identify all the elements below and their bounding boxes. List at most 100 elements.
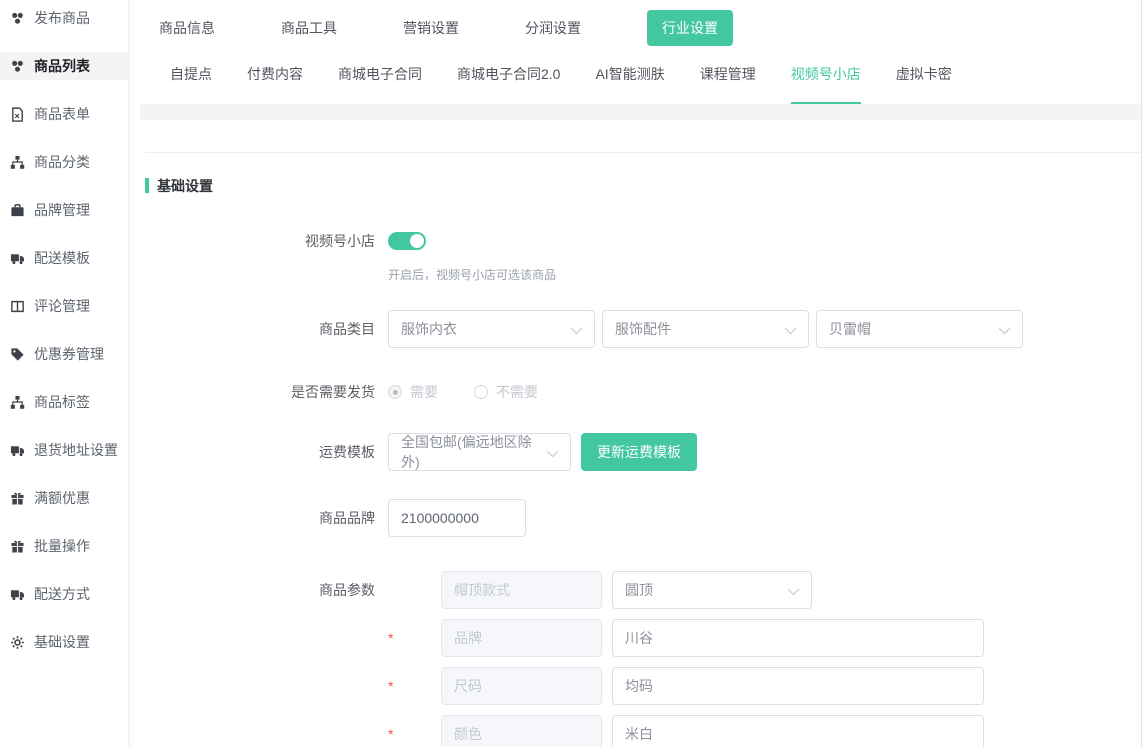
- subtab-virtual-card[interactable]: 虚拟卡密: [896, 46, 952, 104]
- radio-label-yes: 需要: [410, 382, 438, 402]
- required-marker: *: [388, 630, 441, 646]
- sidebar-item-label: 品牌管理: [34, 200, 90, 220]
- channel-shop-toggle[interactable]: [388, 232, 426, 250]
- subtab-mall-econtract-2[interactable]: 商城电子合同2.0: [457, 46, 560, 104]
- sidebar-item-label: 优惠券管理: [34, 344, 104, 364]
- briefcase-icon: [10, 203, 25, 218]
- freight-template-select[interactable]: 全国包邮(偏远地区除外): [388, 433, 571, 471]
- param-name-input: [441, 571, 602, 609]
- subtab-paid-content[interactable]: 付费内容: [247, 46, 303, 104]
- required-marker: *: [388, 678, 441, 694]
- required-marker: *: [388, 726, 441, 742]
- param-name-input: [441, 619, 602, 657]
- sidebar-item-goods-tags[interactable]: 商品标签: [0, 388, 128, 416]
- chevron-down-icon: [788, 584, 799, 595]
- chevron-down-icon: [547, 446, 558, 457]
- sidebar-item-review-management[interactable]: 评论管理: [0, 292, 128, 320]
- category-select-level1[interactable]: 服饰内衣: [388, 310, 595, 348]
- param-value: 圆顶: [625, 580, 653, 600]
- category-select-level2[interactable]: 服饰配件: [602, 310, 809, 348]
- settings-form: 视频号小店 开启后，视频号小店可选该商品 商品类目 服饰内衣: [140, 230, 1141, 747]
- subtab-mall-econtract[interactable]: 商城电子合同: [338, 46, 422, 104]
- columns-icon: [10, 299, 25, 314]
- sidebar-item-label: 商品列表: [34, 56, 90, 76]
- truck-icon: [10, 443, 25, 458]
- category-select-value: 服饰配件: [615, 319, 671, 339]
- radio-label-no: 不需要: [496, 382, 538, 402]
- sidebar-item-label: 发布商品: [34, 8, 90, 28]
- tab-profit-settings[interactable]: 分润设置: [525, 10, 581, 46]
- sidebar-item-batch-operations[interactable]: 批量操作: [0, 532, 128, 560]
- subtab-wechat-channels-shop[interactable]: 视频号小店: [791, 46, 861, 104]
- update-freight-template-button[interactable]: 更新运费模板: [581, 433, 697, 471]
- tag-icon: [10, 347, 25, 362]
- sidebar-item-brand-management[interactable]: 品牌管理: [0, 196, 128, 224]
- chevron-down-icon: [999, 323, 1010, 334]
- param-value-input[interactable]: [612, 619, 984, 657]
- main-panel: 商品信息 商品工具 营销设置 分润设置 行业设置 自提点 付费内容 商城电子合同…: [140, 0, 1141, 747]
- tab-product-tools[interactable]: 商品工具: [281, 10, 337, 46]
- channel-toggle-label: 视频号小店: [140, 231, 375, 251]
- category-select-value: 服饰内衣: [401, 319, 457, 339]
- sidebar-item-label: 退货地址设置: [34, 440, 118, 460]
- params-label: 商品参数: [140, 580, 375, 600]
- param-value-input[interactable]: [612, 667, 984, 705]
- subtab-ai-skin-test[interactable]: AI智能测肤: [595, 46, 664, 104]
- sidebar-item-full-discount[interactable]: 满额优惠: [0, 484, 128, 512]
- settings-content: 基础设置 视频号小店 开启后，视频号小店可选该商品 商品类目: [140, 152, 1141, 747]
- goods-cluster-icon: [10, 59, 25, 74]
- primary-tabs: 商品信息 商品工具 营销设置 分润设置 行业设置: [140, 0, 1141, 46]
- sidebar-item-goods-list[interactable]: 商品列表: [0, 52, 128, 80]
- sidebar-item-label: 评论管理: [34, 296, 90, 316]
- sidebar-item-return-address[interactable]: 退货地址设置: [0, 436, 128, 464]
- category-label: 商品类目: [140, 319, 375, 339]
- section-title: 基础设置: [145, 177, 1141, 194]
- tab-marketing-settings[interactable]: 营销设置: [403, 10, 459, 46]
- sidebar-item-publish-goods[interactable]: 发布商品: [0, 4, 128, 32]
- sidebar-item-delivery-method[interactable]: 配送方式: [0, 580, 128, 608]
- divider: [145, 152, 1141, 153]
- sidebar-item-goods-form[interactable]: 商品表单: [0, 100, 128, 128]
- param-value-input[interactable]: [612, 715, 984, 747]
- radio-dot: [393, 390, 398, 395]
- gift-icon: [10, 491, 25, 506]
- truck-icon: [10, 587, 25, 602]
- sidebar-item-delivery-template[interactable]: 配送模板: [0, 244, 128, 272]
- file-icon: [10, 107, 25, 122]
- param-value-select[interactable]: 圆顶: [612, 571, 812, 609]
- brand-input[interactable]: [388, 499, 526, 537]
- subtab-self-pickup[interactable]: 自提点: [170, 46, 212, 104]
- param-name-input: [441, 715, 602, 747]
- sidebar-item-label: 批量操作: [34, 536, 90, 556]
- sidebar-item-basic-settings[interactable]: 基础设置: [0, 628, 128, 656]
- sidebar-item-coupon-management[interactable]: 优惠券管理: [0, 340, 128, 368]
- chevron-down-icon: [571, 323, 582, 334]
- sidebar-item-goods-category[interactable]: 商品分类: [0, 148, 128, 176]
- sidebar-item-label: 基础设置: [34, 632, 90, 652]
- freight-template-label: 运费模板: [140, 442, 375, 462]
- sitemap-icon: [10, 155, 25, 170]
- chevron-down-icon: [785, 323, 796, 334]
- section-spacer: [140, 104, 1141, 120]
- tab-industry-settings[interactable]: 行业设置: [647, 10, 733, 46]
- goods-cluster-icon: [10, 11, 25, 26]
- secondary-tabs: 自提点 付费内容 商城电子合同 商城电子合同2.0 AI智能测肤 课程管理 视频…: [140, 46, 1141, 104]
- gear-icon: [10, 635, 25, 650]
- freight-template-value: 全国包邮(偏远地区除外): [401, 432, 542, 472]
- brand-label: 商品品牌: [140, 508, 375, 528]
- category-select-level3[interactable]: 贝雷帽: [816, 310, 1023, 348]
- radio-need-shipping-no[interactable]: [474, 385, 488, 399]
- sidebar-item-label: 配送方式: [34, 584, 90, 604]
- need-shipping-label: 是否需要发货: [140, 382, 375, 402]
- tab-product-info[interactable]: 商品信息: [159, 10, 215, 46]
- sitemap-icon: [10, 395, 25, 410]
- truck-icon: [10, 251, 25, 266]
- subtab-course-management[interactable]: 课程管理: [700, 46, 756, 104]
- section-accent-bar: [145, 178, 149, 193]
- sidebar-item-label: 配送模板: [34, 248, 90, 268]
- section-title-text: 基础设置: [157, 176, 213, 196]
- sidebar-item-label: 商品标签: [34, 392, 90, 412]
- sidebar-item-label: 商品分类: [34, 152, 90, 172]
- radio-need-shipping-yes[interactable]: [388, 385, 402, 399]
- param-name-input: [441, 667, 602, 705]
